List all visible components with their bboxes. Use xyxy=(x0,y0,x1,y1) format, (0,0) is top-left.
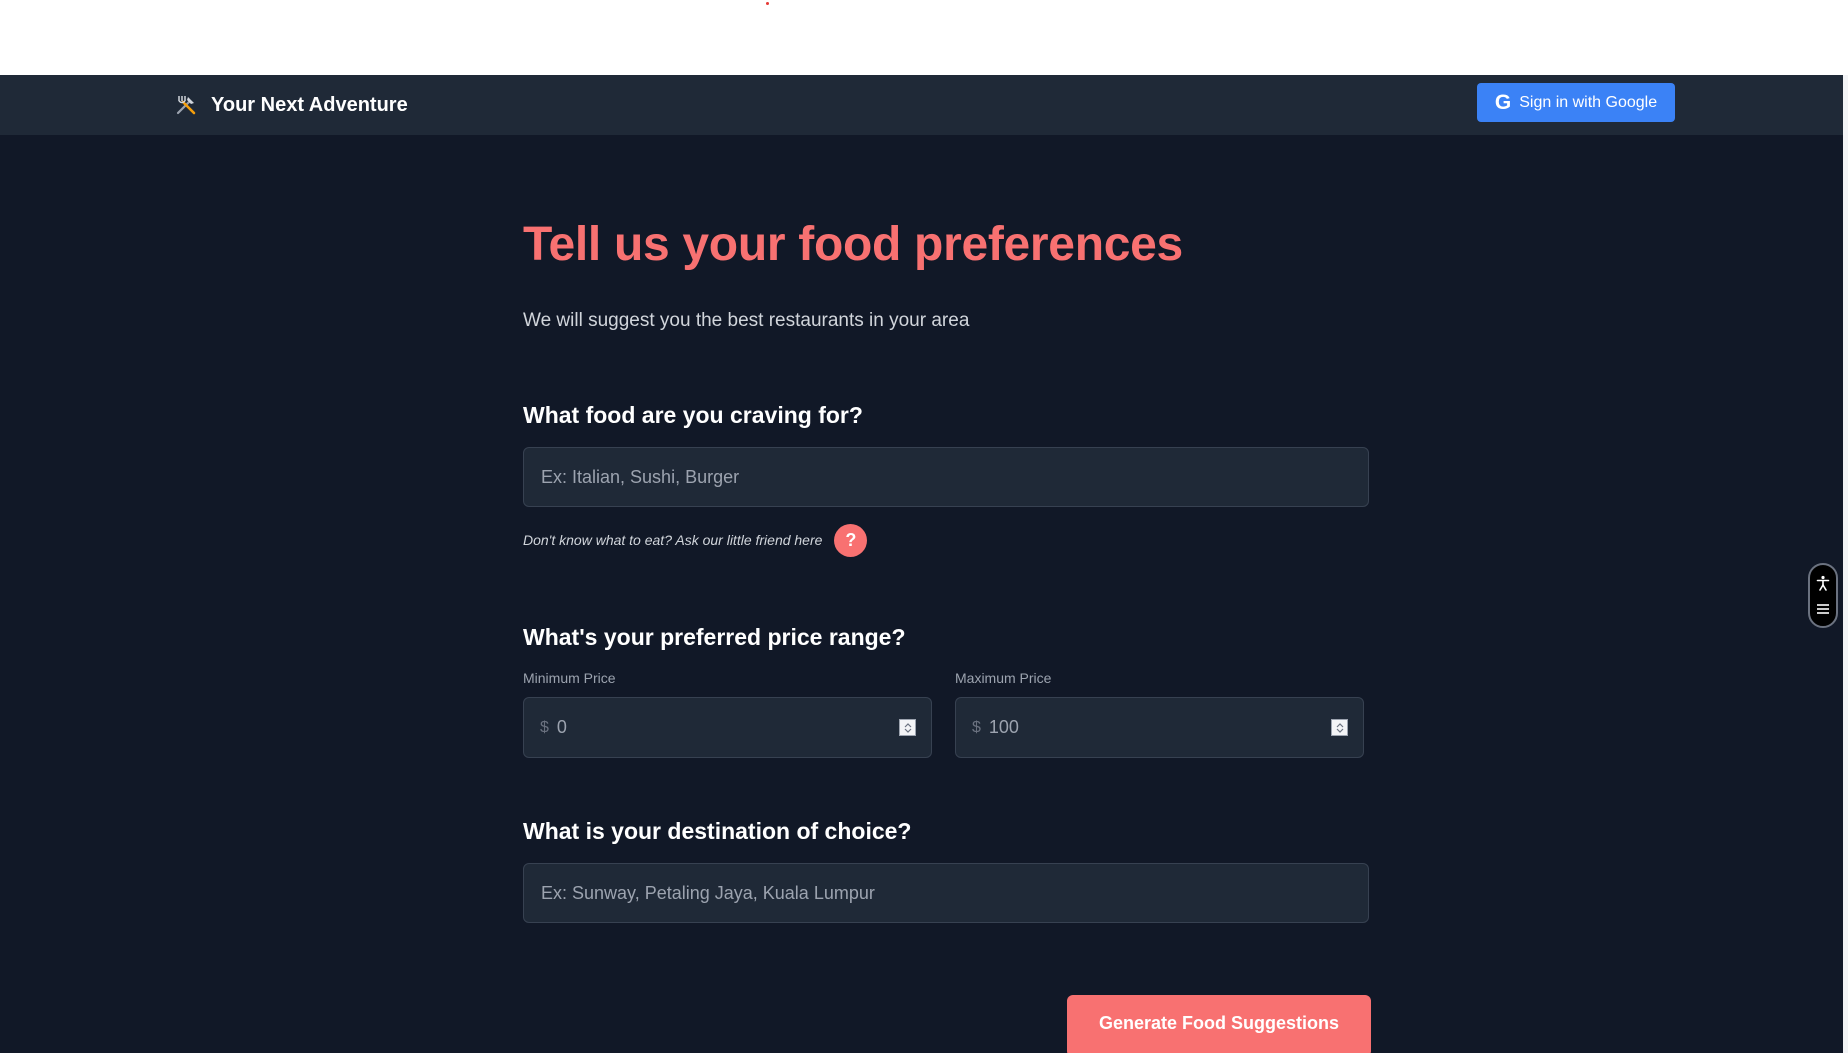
min-price-currency: $ xyxy=(540,718,549,736)
max-price-label: Maximum Price xyxy=(955,670,1052,686)
help-button[interactable]: ? xyxy=(834,523,868,557)
price-question: What's your preferred price range? xyxy=(523,624,906,650)
navbar: Your Next Adventure G Sign in with Googl… xyxy=(0,75,1848,135)
page-title: Tell us your food preferences xyxy=(523,218,1183,271)
destination-input[interactable] xyxy=(524,864,1368,922)
accessibility-icon xyxy=(1816,576,1830,592)
min-price-field[interactable]: $ 0 xyxy=(523,697,932,758)
utensils-icon xyxy=(173,92,199,118)
craving-helper-text: Don't know what to eat? Ask our little f… xyxy=(523,532,823,548)
min-price-stepper[interactable] xyxy=(899,719,916,736)
page-scrollbar[interactable] xyxy=(1843,75,1848,1053)
stepper-arrows-icon xyxy=(904,722,911,733)
stepper-arrows-icon xyxy=(1336,722,1343,733)
page-subtitle: We will suggest you the best restaurants… xyxy=(523,310,970,331)
generate-suggestions-button[interactable]: Generate Food Suggestions xyxy=(1067,995,1371,1053)
max-price-currency: $ xyxy=(972,718,981,736)
max-price-field[interactable]: $ 100 xyxy=(955,697,1364,758)
min-price-input[interactable]: 0 xyxy=(557,717,899,738)
google-signin-button[interactable]: G Sign in with Google xyxy=(1477,83,1675,122)
question-mark-icon: ? xyxy=(845,529,857,550)
max-price-input[interactable]: 100 xyxy=(989,717,1331,738)
min-price-label: Minimum Price xyxy=(523,670,616,686)
browser-top-strip xyxy=(0,0,1848,75)
brand[interactable]: Your Next Adventure xyxy=(173,90,408,120)
destination-field xyxy=(523,863,1369,923)
destination-question: What is your destination of choice? xyxy=(523,818,912,844)
craving-input[interactable] xyxy=(524,448,1368,506)
max-price-stepper[interactable] xyxy=(1331,719,1348,736)
google-g-icon: G xyxy=(1494,91,1512,114)
brand-name: Your Next Adventure xyxy=(211,93,408,116)
craving-field xyxy=(523,447,1369,507)
google-signin-label: Sign in with Google xyxy=(1519,93,1658,111)
craving-question: What food are you craving for? xyxy=(523,402,863,428)
craving-helper-row: Don't know what to eat? Ask our little f… xyxy=(523,523,868,557)
accessibility-widget[interactable] xyxy=(1808,563,1838,628)
app-root: Your Next Adventure G Sign in with Googl… xyxy=(0,75,1848,1053)
hamburger-menu-icon xyxy=(1817,603,1829,614)
red-dot-marker xyxy=(766,2,769,5)
